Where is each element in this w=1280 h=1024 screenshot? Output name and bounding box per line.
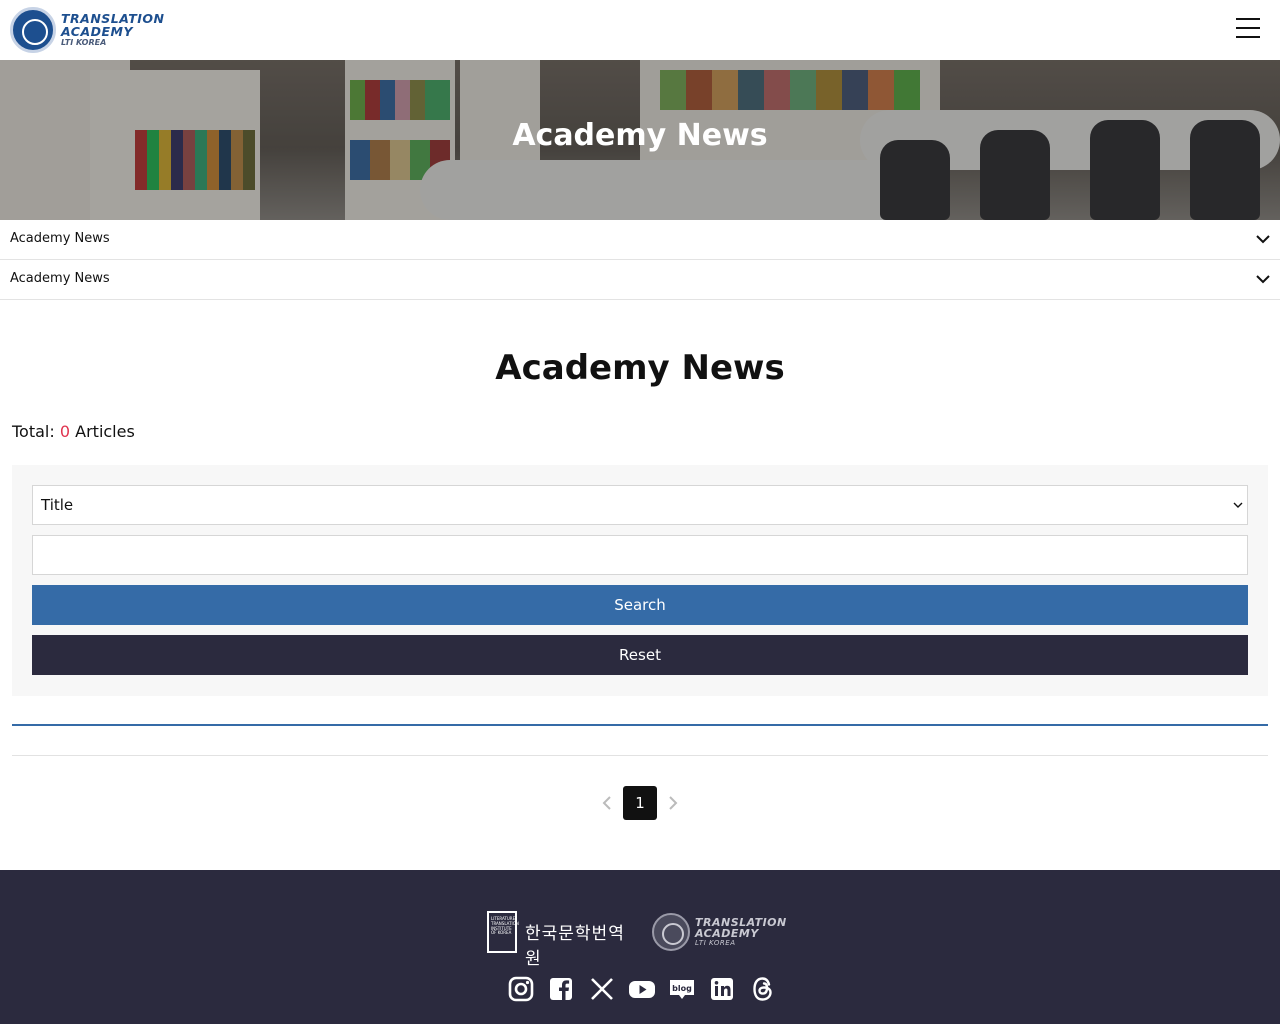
blog-icon-text: blog — [672, 984, 692, 993]
pagination: 1 — [598, 786, 682, 820]
translation-academy-footer-logo[interactable]: TRANSLATION ACADEMY LTI KOREA — [652, 912, 797, 952]
search-button[interactable]: Search — [32, 585, 1248, 625]
lti-logo-korean-text: 한국문학번역원 — [525, 924, 625, 969]
chevron-down-icon — [1233, 502, 1243, 508]
x-icon[interactable] — [587, 974, 617, 1004]
total-articles: Total: 0 Articles — [12, 422, 135, 441]
chevron-left-icon[interactable] — [600, 795, 614, 811]
chevron-right-icon[interactable] — [666, 795, 680, 811]
total-count: 0 — [59, 422, 71, 441]
threads-icon[interactable] — [748, 974, 778, 1004]
social-links: blog — [506, 974, 788, 1004]
instagram-icon[interactable] — [506, 974, 536, 1004]
reset-button[interactable]: Reset — [32, 635, 1248, 675]
lti-korea-logo[interactable]: LITERATURE TRANSLATION INSTITUTE OF KORE… — [487, 909, 632, 969]
lti-logo-small-text: LITERATURE TRANSLATION INSTITUTE OF KORE… — [491, 916, 519, 936]
category-dropdown[interactable]: Academy News — [0, 220, 1280, 260]
search-panel: Title Search Reset — [12, 465, 1268, 696]
total-prefix: Total: — [12, 422, 55, 441]
category-dropdown-label: Academy News — [10, 231, 110, 246]
hero-title: Academy News — [512, 118, 768, 153]
site-footer: LITERATURE TRANSLATION INSTITUTE OF KORE… — [0, 870, 1280, 1024]
site-logo[interactable]: TRANSLATION ACADEMY LTI KOREA — [10, 6, 180, 54]
hamburger-menu-icon[interactable] — [1234, 18, 1262, 42]
page-title: Academy News — [495, 348, 785, 388]
subcategory-dropdown[interactable]: Academy News — [0, 260, 1280, 300]
search-input[interactable] — [32, 535, 1248, 575]
page-number-current[interactable]: 1 — [623, 786, 657, 820]
linkedin-icon[interactable] — [707, 974, 737, 1004]
blog-icon[interactable]: blog — [667, 974, 697, 1004]
total-suffix: Articles — [75, 422, 135, 441]
list-bottom-divider — [12, 755, 1268, 756]
academy-seal-icon — [10, 7, 56, 53]
logo-line-2: ACADEMY — [61, 23, 134, 39]
search-field-value: Title — [41, 496, 74, 514]
academy-seal-icon — [652, 913, 690, 951]
subcategory-dropdown-label: Academy News — [10, 271, 110, 286]
logo-line-3: LTI KOREA — [61, 38, 107, 47]
hero-banner: Academy News — [0, 60, 1280, 220]
footer-logo-line-3: LTI KOREA — [695, 939, 736, 947]
search-field-select[interactable]: Title — [32, 485, 1248, 525]
youtube-icon[interactable] — [627, 974, 657, 1004]
chevron-down-icon — [1256, 275, 1270, 284]
chevron-down-icon — [1256, 235, 1270, 244]
list-top-divider — [12, 724, 1268, 726]
site-header: TRANSLATION ACADEMY LTI KOREA — [0, 0, 1280, 60]
facebook-icon[interactable] — [546, 974, 576, 1004]
footer-logo-line-2: ACADEMY — [695, 927, 759, 940]
logo-text: TRANSLATION ACADEMY LTI KOREA — [61, 12, 165, 47]
